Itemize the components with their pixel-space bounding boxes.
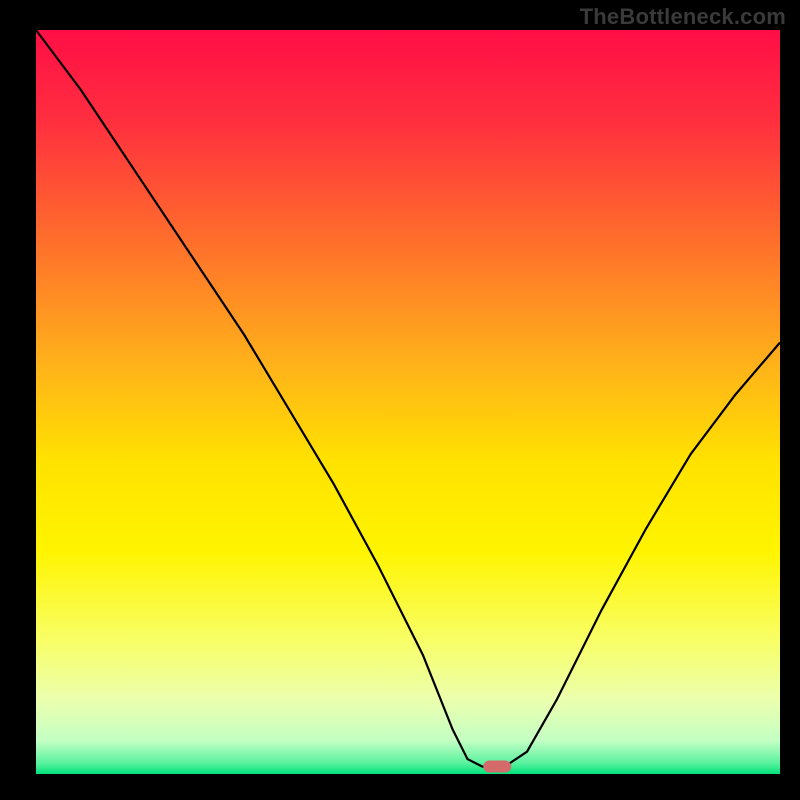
watermark-text: TheBottleneck.com [580,4,786,30]
plot-background [36,30,780,774]
bottleneck-chart [0,0,800,800]
optimal-marker [483,761,511,773]
chart-frame: TheBottleneck.com [0,0,800,800]
